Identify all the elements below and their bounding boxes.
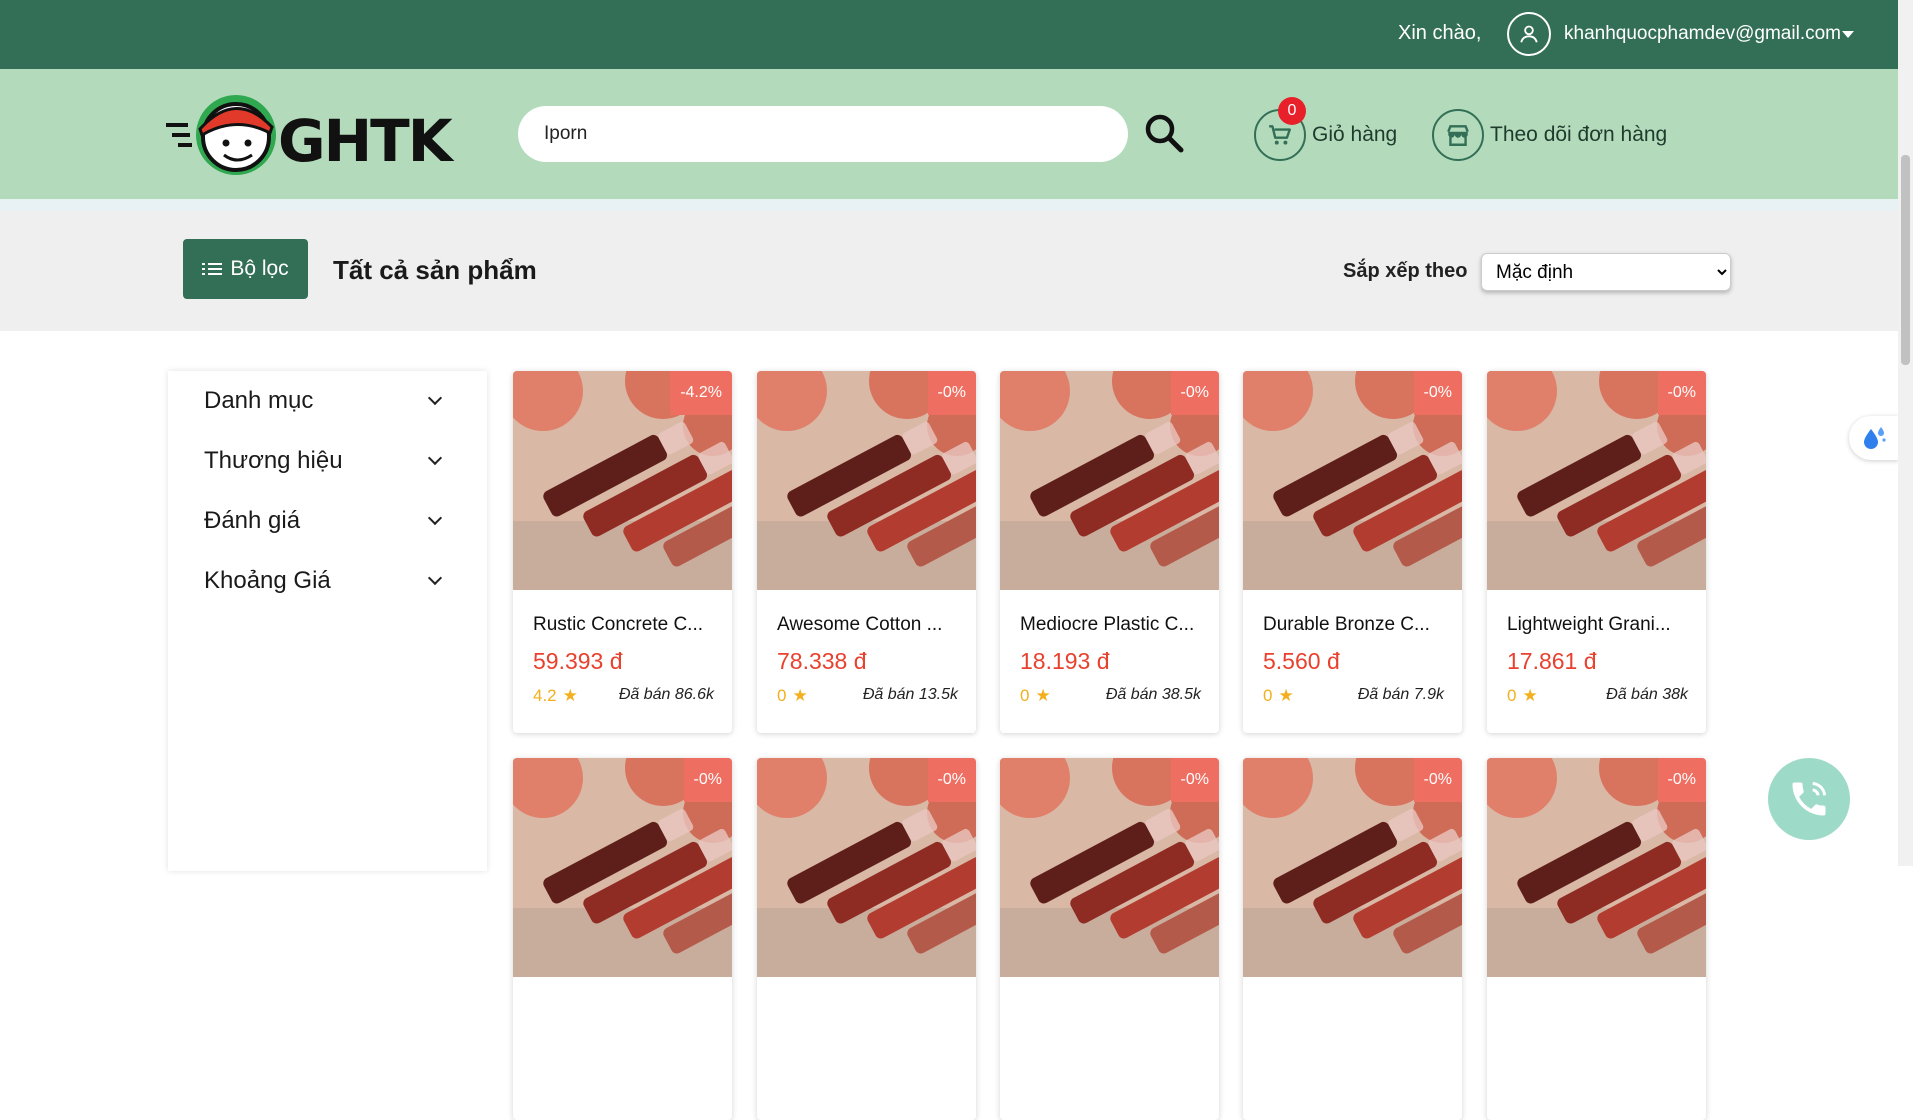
main-header: GHTK 0 Giỏ hàng Theo dõi đơn hàng [0,69,1913,199]
filter-rating-label: Đánh giá [204,507,301,534]
product-name: Lightweight Grani... [1507,614,1671,635]
product-sold: Đã bán 7.9k [1357,686,1444,703]
product-name: Rustic Concrete C... [533,614,703,635]
product-sold: Đã bán 38.5k [1105,686,1201,703]
product-rating: 0 ★ [1263,686,1294,706]
scrollbar-thumb[interactable] [1901,155,1910,365]
filter-button-label: Bộ lọc [230,257,289,280]
cart-button[interactable]: 0 Giỏ hàng [1254,97,1398,161]
track-order-label: Theo dõi đơn hàng [1490,123,1668,146]
product-rating: 0 ★ [1507,686,1538,706]
track-order-button[interactable]: Theo dõi đơn hàng [1432,109,1667,161]
star-icon: ★ [1278,686,1294,705]
product-price: 5.560 đ [1263,648,1340,674]
product-card[interactable]: -0% Durable Bronze C... 5.560 đ 0 ★ Đã bá… [1243,371,1462,733]
filter-button[interactable]: Bộ lọc [183,239,308,299]
chevron-down-icon [427,510,443,526]
discount-badge: -0% [1657,758,1706,802]
filter-list-icon [202,263,223,275]
ghtk-logo[interactable]: GHTK [166,93,484,177]
product-name: Mediocre Plastic C... [1020,614,1195,635]
discount-badge: -0% [1657,371,1706,415]
star-icon: ★ [562,686,578,705]
search-icon[interactable] [1142,111,1186,155]
rating-value: 0 [777,686,787,705]
cart-label: Giỏ hàng [1312,123,1398,146]
product-price: 59.393 đ [533,648,623,674]
discount-badge: -0% [1170,758,1219,802]
filter-rating[interactable]: Đánh giá [204,501,464,541]
filter-category[interactable]: Danh mục [204,381,464,421]
chevron-down-icon [427,390,443,406]
product-card[interactable]: -0% Awesome Cotton ... 78.338 đ 0 ★ Đã bá… [757,371,976,733]
chevron-down-icon [427,570,443,586]
product-card[interactable]: -0% Lightweight Grani... 17.861 đ 0 ★ Đã … [1487,371,1706,733]
rating-value: 4.2 [533,686,557,705]
discount-badge: -0% [1413,371,1462,415]
water-drop-icon[interactable] [1849,416,1899,460]
product-card[interactable]: -0% [757,758,976,1120]
product-card[interactable]: -0% [513,758,732,1120]
product-price: 17.861 đ [1507,648,1597,674]
caret-down-icon[interactable] [1842,31,1854,38]
star-icon: ★ [792,686,808,705]
user-icon[interactable] [1507,12,1551,56]
sort-select[interactable]: Mặc định [1481,253,1731,291]
discount-badge: -0% [1413,758,1462,802]
product-sold: Đã bán 38k [1606,686,1688,703]
logo-wordmark: GHTK [278,107,455,175]
product-card[interactable]: -0% [1243,758,1462,1120]
discount-badge: -4.2% [670,371,732,415]
sort-label: Sắp xếp theo [1343,260,1468,282]
product-card[interactable]: -0% Mediocre Plastic C... 18.193 đ 0 ★ Đã… [1000,371,1219,733]
filter-sidebar: Danh mục Thương hiệu Đánh giá Khoảng Giá [168,371,487,871]
page-title: Tất cả sản phẩm [333,255,537,285]
product-sold: Đã bán 13.5k [862,686,958,703]
filter-brand-label: Thương hiệu [204,447,343,474]
header-divider [0,199,1913,211]
product-price: 18.193 đ [1020,648,1110,674]
discount-badge: -0% [1170,371,1219,415]
product-rating: 4.2 ★ [533,686,578,706]
product-name: Durable Bronze C... [1263,614,1430,635]
star-icon: ★ [1035,686,1051,705]
product-card[interactable]: -4.2% Rustic Concrete C... 59.393 đ 4.2 ★… [513,371,732,733]
product-sold: Đã bán 86.6k [618,686,714,703]
rating-value: 0 [1263,686,1273,705]
filter-category-label: Danh mục [204,387,314,414]
discount-badge: -0% [927,371,976,415]
filter-price-range-label: Khoảng Giá [204,567,331,594]
product-rating: 0 ★ [1020,686,1051,706]
rating-value: 0 [1020,686,1030,705]
store-icon [1432,109,1484,161]
product-name: Awesome Cotton ... [777,614,943,635]
phone-icon[interactable] [1768,758,1850,840]
top-bar: Xin chào, khanhquocphamdev@gmail.com [0,0,1913,69]
discount-badge: -0% [927,758,976,802]
filter-brand[interactable]: Thương hiệu [204,441,464,481]
product-card[interactable]: -0% [1000,758,1219,1120]
user-email[interactable]: khanhquocphamdev@gmail.com [1564,23,1841,45]
greeting-text: Xin chào, [1398,22,1482,44]
product-rating: 0 ★ [777,686,808,706]
star-icon: ★ [1522,686,1538,705]
rating-value: 0 [1507,686,1517,705]
search-input[interactable] [518,106,1128,162]
chevron-down-icon [427,450,443,466]
page-scrollbar[interactable] [1898,0,1913,866]
discount-badge: -0% [683,758,732,802]
product-price: 78.338 đ [777,648,867,674]
filter-price-range[interactable]: Khoảng Giá [204,561,464,601]
cart-count-badge: 0 [1278,97,1306,125]
product-card[interactable]: -0% [1487,758,1706,1120]
products-toolbar: Bộ lọc Tất cả sản phẩm Sắp xếp theo Mặc … [0,211,1913,331]
